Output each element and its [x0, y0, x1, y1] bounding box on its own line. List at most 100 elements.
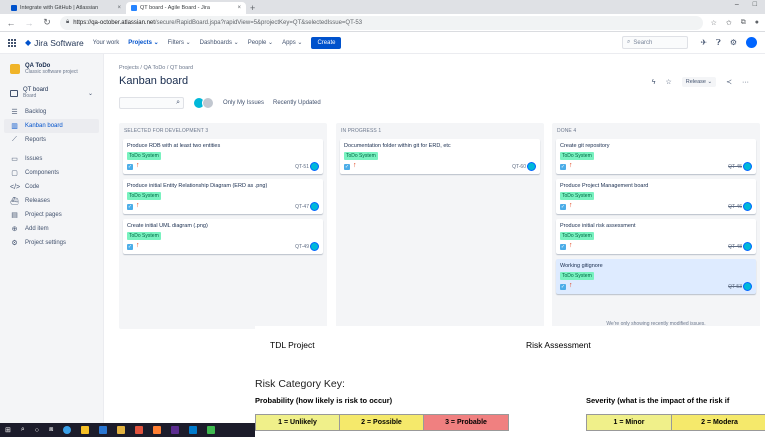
recently-updated-filter[interactable]: Recently Updated	[273, 100, 321, 106]
profile-icon[interactable]: ●	[755, 19, 759, 27]
issue-card[interactable]: Working gitignore ToDo System ✓ ↑ QT-53	[556, 259, 756, 294]
project-header[interactable]: QA ToDo Classic software project	[0, 54, 103, 81]
sidebar-item-label: Backlog	[25, 109, 47, 115]
assignee-avatar[interactable]	[310, 242, 319, 251]
board-column: IN PROGRESS 1 Documentation folder within…	[336, 123, 544, 329]
priority-high-icon: ↑	[569, 282, 573, 289]
issue-key[interactable]: QT-46	[728, 204, 742, 210]
issue-key[interactable]: QT-48	[728, 244, 742, 250]
help-icon[interactable]: ❓︎	[716, 38, 721, 48]
unassigned-avatar[interactable]	[202, 97, 214, 109]
cortana-icon[interactable]: ○	[35, 427, 39, 434]
issue-summary: Working gitignore	[560, 263, 603, 269]
app-icon[interactable]	[135, 426, 144, 434]
browser-tab-jira[interactable]: QT board - Agile Board - Jira ×	[126, 2, 246, 14]
nav-filters[interactable]: Filters ⌄	[168, 39, 191, 46]
vscode-icon[interactable]	[189, 426, 198, 434]
issue-summary: Produce initial Entity Relationship Diag…	[127, 183, 268, 189]
star-icon[interactable]: ☆	[666, 78, 672, 86]
close-tab-icon[interactable]: ×	[237, 5, 241, 11]
task-view-icon[interactable]: ⧈	[49, 426, 53, 434]
sidebar-item-issues[interactable]: ▭ Issues	[4, 152, 99, 166]
issue-key[interactable]: QT-47	[295, 204, 309, 210]
assignee-avatar[interactable]	[310, 202, 319, 211]
assignee-avatar[interactable]	[310, 162, 319, 171]
windows-start-icon[interactable]: ⊞	[5, 426, 11, 434]
only-my-issues-filter[interactable]: Only My Issues	[223, 100, 264, 106]
assignee-avatar[interactable]	[527, 162, 536, 171]
sidebar-item-components[interactable]: ▢ Components	[4, 166, 99, 180]
issue-card[interactable]: Produce initial Entity Relationship Diag…	[123, 179, 323, 214]
forward-icon[interactable]: →	[24, 18, 34, 28]
sidebar-item-code[interactable]: </> Code	[4, 180, 99, 194]
board-column: SELECTED FOR DEVELOPMENT 3 Produce RDB wi…	[119, 123, 327, 329]
nav-people[interactable]: People ⌄	[248, 39, 273, 46]
store-icon[interactable]	[99, 426, 108, 434]
board-search-input[interactable]: ⌕	[119, 97, 184, 109]
code-icon: </>	[10, 183, 21, 191]
settings-gear-icon[interactable]: ⚙	[730, 38, 737, 47]
nav-your-work[interactable]: Your work	[93, 40, 119, 46]
more-icon[interactable]: ···	[742, 79, 749, 86]
issue-key[interactable]: QT-45	[728, 164, 742, 170]
issue-key[interactable]: QT-53	[728, 284, 742, 290]
assignee-avatar[interactable]	[743, 202, 752, 211]
search-icon[interactable]: ⌕	[21, 426, 25, 434]
favorites-icon[interactable]: ✩	[726, 19, 732, 27]
issue-card[interactable]: Create initial UML diagram (.png) ToDo Sy…	[123, 219, 323, 254]
minimize-button[interactable]: –	[735, 1, 739, 8]
nav-dashboards[interactable]: Dashboards ⌄	[200, 39, 239, 46]
new-tab-button[interactable]: +	[246, 2, 259, 14]
collections-icon[interactable]: ⧉	[741, 19, 746, 27]
notifications-icon[interactable]: ✈︎	[700, 38, 707, 47]
sidebar-item-releases[interactable]: ⛴ Releases	[4, 194, 99, 208]
app-icon[interactable]	[171, 426, 180, 434]
app-icon[interactable]	[153, 426, 162, 434]
board-icon	[10, 89, 18, 97]
create-button[interactable]: Create	[311, 36, 342, 49]
assignee-avatar[interactable]	[743, 282, 752, 291]
app-icon[interactable]	[117, 426, 126, 434]
issue-key[interactable]: QT-49	[295, 244, 309, 250]
sidebar-item-add-item[interactable]: ⊕ Add item	[4, 222, 99, 236]
sidebar-item-reports[interactable]: ⟋ Reports	[4, 133, 99, 147]
issue-key[interactable]: QT-60	[512, 164, 526, 170]
issue-card[interactable]: Produce Project Management board ToDo Sys…	[556, 179, 756, 214]
sidebar-item-kanban-board[interactable]: ▥ Kanban board	[4, 119, 99, 133]
jira-logo[interactable]: ◆ Jira Software	[25, 38, 84, 48]
issue-card[interactable]: Documentation folder within git for ERD,…	[340, 139, 540, 174]
column-header: DONE 4	[557, 128, 577, 134]
explorer-icon[interactable]	[81, 426, 90, 434]
assignee-avatar[interactable]	[743, 162, 752, 171]
issue-card[interactable]: Produce initial risk assessment ToDo Syst…	[556, 219, 756, 254]
url-field[interactable]: 🔒︎ https://qa-october.atlassian.net/secu…	[60, 15, 703, 30]
sidebar-item-project-settings[interactable]: ⚙ Project settings	[4, 236, 99, 250]
close-tab-icon[interactable]: ×	[117, 5, 121, 11]
back-icon[interactable]: ←	[6, 18, 16, 28]
issue-key[interactable]: QT-51	[295, 164, 309, 170]
epic-label: ToDo System	[560, 272, 594, 280]
lightning-icon[interactable]: ϟ	[652, 79, 656, 86]
nav-projects[interactable]: Projects ⌄	[128, 39, 158, 46]
assignee-avatar[interactable]	[743, 242, 752, 251]
browser-tab-github[interactable]: Integrate with GitHub | Atlassian ×	[6, 2, 126, 14]
issue-card[interactable]: Produce RDB with at least two entities To…	[123, 139, 323, 174]
release-button[interactable]: Release ⌄	[681, 77, 717, 87]
sidebar-item-project-pages[interactable]: ▤ Project pages	[4, 208, 99, 222]
jira-search-input[interactable]: ⌕ Search	[622, 36, 688, 49]
board-switcher[interactable]: QT board Board ⌄	[0, 81, 103, 105]
reload-icon[interactable]: ↻	[42, 17, 52, 28]
sidebar-item-backlog[interactable]: ☰ Backlog	[4, 105, 99, 119]
probability-table: 1 = Unlikely 2 = Possible 3 = Probable	[255, 414, 509, 431]
bookmark-star-icon[interactable]: ☆	[711, 19, 717, 27]
breadcrumb[interactable]: Projects / QA ToDo / QT board	[119, 65, 193, 71]
user-avatar[interactable]	[746, 37, 757, 48]
app-switcher-icon[interactable]	[8, 38, 16, 47]
epic-label: ToDo System	[560, 152, 594, 160]
edge-icon[interactable]	[63, 426, 72, 434]
maximize-button[interactable]: □	[753, 1, 757, 8]
issue-card[interactable]: Create git repository ToDo System ✓ ↑ QT-45	[556, 139, 756, 174]
share-icon[interactable]: ≺	[726, 78, 732, 86]
app-icon[interactable]	[207, 426, 216, 434]
nav-apps[interactable]: Apps ⌄	[282, 39, 302, 46]
